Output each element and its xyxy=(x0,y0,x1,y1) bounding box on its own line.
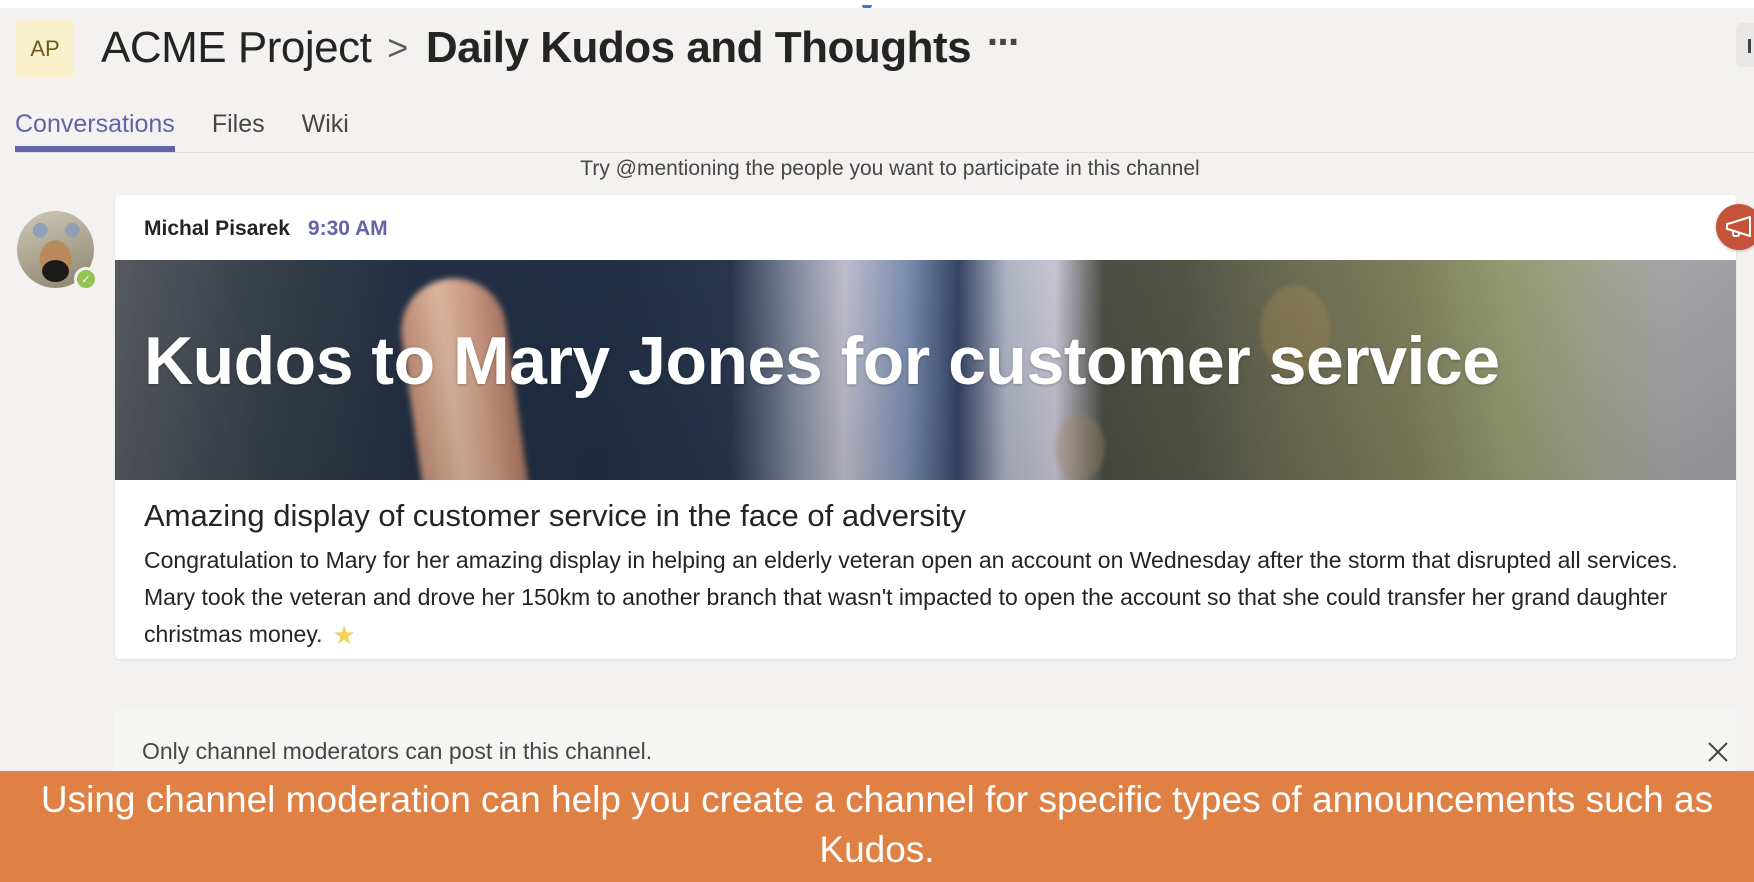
x-icon xyxy=(1708,742,1728,762)
channel-name: Daily Kudos and Thoughts xyxy=(425,23,972,72)
tab-wiki[interactable]: Wiki xyxy=(302,106,349,156)
checkmark-icon: ✓ xyxy=(81,273,91,286)
announcement-headline: Kudos to Mary Jones for customer service xyxy=(144,323,1500,399)
megaphone-icon xyxy=(1726,216,1751,237)
tabs-divider xyxy=(15,152,1754,153)
close-icon[interactable] xyxy=(1704,738,1732,766)
announcement-megaphone-icon[interactable] xyxy=(1716,204,1754,250)
mention-hint: Try @mentioning the people you want to p… xyxy=(580,157,1200,180)
message-timestamp: 9:30 AM xyxy=(307,217,388,240)
moderation-notice-text: Only channel moderators can post in this… xyxy=(142,738,653,764)
message-card: Michal Pisarek 9:30 AM Kudos to Mary Jon… xyxy=(115,195,1736,659)
channel-tabs: Conversations Files Wiki xyxy=(15,106,349,156)
team-initials: AP xyxy=(30,36,60,61)
breadcrumb: ACME Project > Daily Kudos and Thoughts … xyxy=(101,18,1020,78)
team-name[interactable]: ACME Project xyxy=(101,23,372,73)
presence-available-icon: ✓ xyxy=(74,267,98,291)
tutorial-caption: Using channel moderation can help you cr… xyxy=(0,771,1754,882)
teams-channel-view: AP ACME Project > Daily Kudos and Though… xyxy=(0,8,1754,882)
chevron-right-icon: > xyxy=(387,27,408,68)
star-emoji-icon: ★ xyxy=(332,620,356,650)
tab-files[interactable]: Files xyxy=(212,106,265,156)
team-avatar[interactable]: AP xyxy=(16,20,74,78)
author-name[interactable]: Michal Pisarek xyxy=(144,217,290,241)
message-body: Congratulation to Mary for her amazing d… xyxy=(144,542,1704,654)
tab-conversations[interactable]: Conversations xyxy=(15,106,175,156)
message-header: Michal Pisarek 9:30 AM xyxy=(144,217,388,241)
announcement-banner: Kudos to Mary Jones for customer service xyxy=(115,260,1736,480)
announcement-subhead: Amazing display of customer service in t… xyxy=(144,498,966,533)
message-text: Congratulation to Mary for her amazing d… xyxy=(144,547,1678,647)
side-panel-toggle[interactable] xyxy=(1736,23,1754,67)
more-options-icon[interactable]: ⋯ xyxy=(987,23,1020,61)
